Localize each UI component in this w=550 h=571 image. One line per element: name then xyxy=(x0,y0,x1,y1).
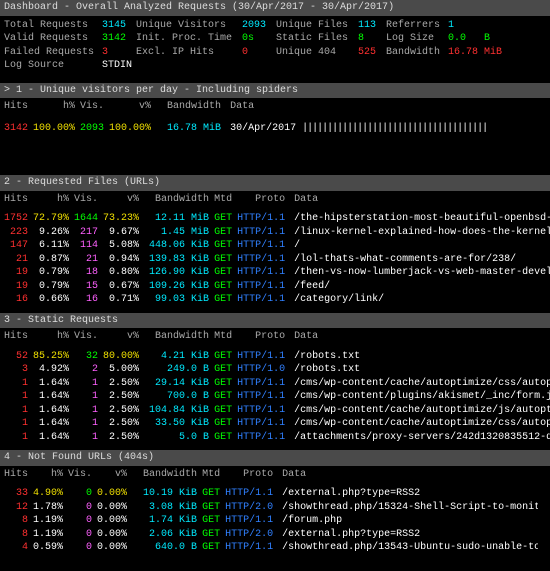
label-valid-requests: Valid Requests xyxy=(4,32,102,46)
requests-table: Hitsh%Vis.v%BandwidthMtdProtoData 175272.… xyxy=(4,193,550,307)
val-unique-files: 113 xyxy=(358,19,386,33)
val-static-files: 8 xyxy=(358,32,386,46)
val-unique-visitors: 2093 xyxy=(242,19,276,33)
val-total-requests: 3145 xyxy=(102,19,136,33)
table-row[interactable]: 1476.11%1145.08%448.06 KiBGETHTTP/1.1/ xyxy=(4,239,550,253)
label-excl-ip-hits: Excl. IP Hits xyxy=(136,46,242,60)
table-row[interactable]: 11.64%12.50%5.0 BGETHTTP/1.1/attachments… xyxy=(4,431,550,445)
label-unique-404: Unique 404 xyxy=(276,46,358,60)
table-row[interactable]: 11.64%12.50%29.14 KiBGETHTTP/1.1/cms/wp-… xyxy=(4,377,550,391)
static-table: Hitsh%Vis.v%BandwidthMtdProtoData 5285.25… xyxy=(4,330,550,444)
label-log-size: Log Size xyxy=(386,32,448,46)
table-row[interactable]: 160.66%160.71%99.03 KiBGETHTTP/1.1/categ… xyxy=(4,293,550,307)
panel-header-visitors[interactable]: > 1 - Unique visitors per day - Includin… xyxy=(0,83,550,99)
val-valid-requests: 3142 xyxy=(102,32,136,46)
table-row[interactable]: 81.19%00.00%2.06 KiBGETHTTP/2.0/external… xyxy=(4,528,538,542)
val-unique-404: 525 xyxy=(358,46,386,60)
table-header-row: Hits h% Vis. v% Bandwidth Data xyxy=(4,100,486,114)
table-row[interactable]: 190.79%180.80%126.90 KiBGETHTTP/1.1/then… xyxy=(4,266,550,280)
val-bandwidth: 16.78 xyxy=(448,46,478,60)
label-referrers: Referrers xyxy=(386,19,448,33)
table-row[interactable]: 334.90%00.00%10.19 KiBGETHTTP/1.1/extern… xyxy=(4,487,538,501)
table-row[interactable]: 34.92%25.00%249.0 BGETHTTP/1.0/robots.tx… xyxy=(4,363,550,377)
table-row[interactable]: 121.78%00.00%3.08 KiBGETHTTP/2.0/showthr… xyxy=(4,501,538,515)
bar-chart-icon: ||||||||||||||||||||||||||||||||||||||||… xyxy=(302,123,486,134)
table-row[interactable]: 190.79%150.67%109.26 KiBGETHTTP/1.1/feed… xyxy=(4,280,550,294)
table-row[interactable]: 11.64%12.50%33.50 KiBGETHTTP/1.1/cms/wp-… xyxy=(4,417,550,431)
dashboard-stats: Total Requests 3145 Unique Visitors 2093… xyxy=(0,16,550,77)
table-row[interactable]: 11.64%12.50%104.84 KiBGETHTTP/1.1/cms/wp… xyxy=(4,404,550,418)
dashboard-title: Dashboard - Overall Analyzed Requests (3… xyxy=(0,0,550,16)
table-row[interactable]: 3142 100.00% 2093 100.00% 16.78 MiB 30/A… xyxy=(4,122,486,136)
table-row[interactable]: 2239.26%2179.67%1.45 MiBGETHTTP/1.1/linu… xyxy=(4,226,550,240)
val-init-proc-time: 0s xyxy=(242,32,276,46)
val-log-source: STDIN xyxy=(102,59,132,73)
val-log-size: 0.0 xyxy=(448,32,466,46)
label-failed-requests: Failed Requests xyxy=(4,46,102,60)
table-header-row: Hitsh%Vis.v%BandwidthMtdProtoData xyxy=(4,193,550,207)
table-row[interactable]: 11.64%12.50%700.0 BGETHTTP/1.1/cms/wp-co… xyxy=(4,390,550,404)
val-bandwidth-unit: MiB xyxy=(484,46,502,60)
label-unique-visitors: Unique Visitors xyxy=(136,19,242,33)
label-bandwidth: Bandwidth xyxy=(386,46,448,60)
table-row[interactable]: 175272.79%164473.23%12.11 MiBGETHTTP/1.1… xyxy=(4,212,550,226)
panel-header-requests[interactable]: 2 - Requested Files (URLs) xyxy=(0,175,550,191)
label-unique-files: Unique Files xyxy=(276,19,358,33)
visitors-table: Hits h% Vis. v% Bandwidth Data 3142 100.… xyxy=(4,100,486,135)
table-header-row: Hitsh%Vis.v%BandwidthMtdProtoData xyxy=(4,330,550,344)
val-log-size-unit: B xyxy=(484,32,490,46)
label-total-requests: Total Requests xyxy=(4,19,102,33)
panel-header-notfound[interactable]: 4 - Not Found URLs (404s) xyxy=(0,450,550,466)
label-static-files: Static Files xyxy=(276,32,358,46)
table-row[interactable]: 5285.25%3280.00%4.21 KiBGETHTTP/1.1/robo… xyxy=(4,350,550,364)
panel-header-static[interactable]: 3 - Static Requests xyxy=(0,313,550,329)
val-referrers: 1 xyxy=(448,19,454,33)
table-row[interactable]: 81.19%00.00%1.74 KiBGETHTTP/1.1/forum.ph… xyxy=(4,514,538,528)
table-row[interactable]: 40.59%00.00%640.0 BGETHTTP/1.1/showthrea… xyxy=(4,541,538,555)
label-log-source: Log Source xyxy=(4,59,102,73)
val-excl-ip-hits: 0 xyxy=(242,46,276,60)
table-row[interactable]: 210.87%210.94%139.83 KiBGETHTTP/1.1/lol-… xyxy=(4,253,550,267)
table-header-row: Hitsh%Vis.v%BandwidthMtdProtoData xyxy=(4,468,538,482)
label-init-proc-time: Init. Proc. Time xyxy=(136,32,242,46)
val-failed-requests: 3 xyxy=(102,46,136,60)
notfound-table: Hitsh%Vis.v%BandwidthMtdProtoData 334.90%… xyxy=(4,468,538,555)
